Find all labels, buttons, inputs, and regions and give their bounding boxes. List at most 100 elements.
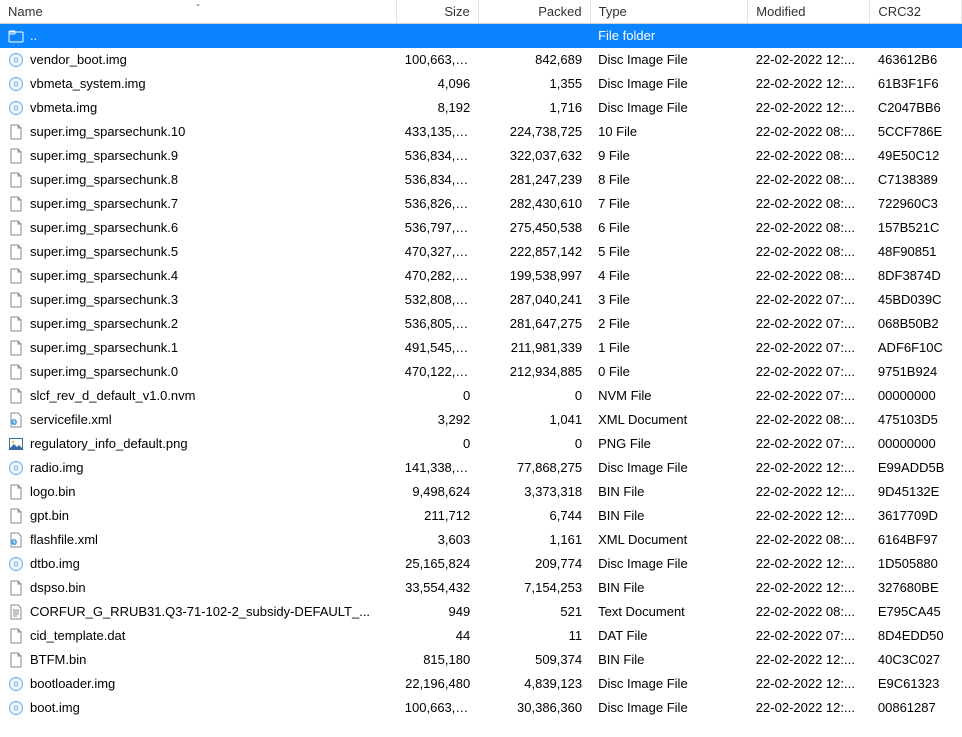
table-row[interactable]: super.img_sparsechunk.0470,122,892212,93…: [0, 360, 962, 384]
file-size: 100,663,296: [397, 696, 478, 720]
file-type: 5 File: [590, 240, 748, 264]
file-packed: 275,450,538: [478, 216, 590, 240]
table-row[interactable]: super.img_sparsechunk.5470,327,688222,85…: [0, 240, 962, 264]
table-row[interactable]: super.img_sparsechunk.7536,826,140282,43…: [0, 192, 962, 216]
table-row[interactable]: radio.img141,338,36877,868,275Disc Image…: [0, 456, 962, 480]
file-icon: [8, 652, 24, 668]
file-crc32: 5CCF786E: [870, 120, 962, 144]
table-row[interactable]: super.img_sparsechunk.4470,282,580199,53…: [0, 264, 962, 288]
file-size: 25,165,824: [397, 552, 478, 576]
file-packed: 1,355: [478, 72, 590, 96]
table-row[interactable]: super.img_sparsechunk.8536,834,288281,24…: [0, 168, 962, 192]
table-row[interactable]: dtbo.img25,165,824209,774Disc Image File…: [0, 552, 962, 576]
column-header-packed[interactable]: Packed: [478, 0, 590, 24]
column-header-size[interactable]: Size: [397, 0, 478, 24]
table-row[interactable]: super.img_sparsechunk.6536,797,676275,45…: [0, 216, 962, 240]
table-row[interactable]: vendor_boot.img100,663,296842,689Disc Im…: [0, 48, 962, 72]
file-crc32: C2047BB6: [870, 96, 962, 120]
file-modified: 22-02-2022 12:...: [748, 456, 870, 480]
file-icon: [8, 220, 24, 236]
table-row[interactable]: super.img_sparsechunk.1491,545,188211,98…: [0, 336, 962, 360]
file-size: 536,834,288: [397, 144, 478, 168]
file-name: super.img_sparsechunk.8: [30, 172, 389, 187]
file-icon: [8, 388, 24, 404]
file-packed: 211,981,339: [478, 336, 590, 360]
file-packed: 11: [478, 624, 590, 648]
table-row[interactable]: super.img_sparsechunk.3532,808,312287,04…: [0, 288, 962, 312]
file-crc32: E9C61323: [870, 672, 962, 696]
file-icon: [8, 628, 24, 644]
file-packed: 281,647,275: [478, 312, 590, 336]
file-name: regulatory_info_default.png: [30, 436, 389, 451]
image-icon: [8, 436, 24, 452]
disc-icon: [8, 52, 24, 68]
file-crc32: 9751B924: [870, 360, 962, 384]
table-row[interactable]: vbmeta.img8,1921,716Disc Image File22-02…: [0, 96, 962, 120]
table-row[interactable]: regulatory_info_default.png00PNG File22-…: [0, 432, 962, 456]
file-type: Disc Image File: [590, 96, 748, 120]
file-name: BTFM.bin: [30, 652, 389, 667]
table-row[interactable]: super.img_sparsechunk.10433,135,984224,7…: [0, 120, 962, 144]
file-crc32: 00000000: [870, 432, 962, 456]
text-icon: [8, 604, 24, 620]
file-name: super.img_sparsechunk.3: [30, 292, 389, 307]
file-name: slcf_rev_d_default_v1.0.nvm: [30, 388, 389, 403]
table-row[interactable]: vbmeta_system.img4,0961,355Disc Image Fi…: [0, 72, 962, 96]
file-packed: 509,374: [478, 648, 590, 672]
table-row[interactable]: slcf_rev_d_default_v1.0.nvm00NVM File22-…: [0, 384, 962, 408]
file-name: dtbo.img: [30, 556, 389, 571]
file-packed: 209,774: [478, 552, 590, 576]
file-type: 9 File: [590, 144, 748, 168]
table-row[interactable]: cid_template.dat4411DAT File22-02-2022 0…: [0, 624, 962, 648]
file-modified: 22-02-2022 12:...: [748, 48, 870, 72]
column-header-modified[interactable]: Modified: [748, 0, 870, 24]
table-row[interactable]: flashfile.xml3,6031,161XML Document22-02…: [0, 528, 962, 552]
table-row[interactable]: bootloader.img22,196,4804,839,123Disc Im…: [0, 672, 962, 696]
file-name: flashfile.xml: [30, 532, 389, 547]
table-row[interactable]: super.img_sparsechunk.2536,805,756281,64…: [0, 312, 962, 336]
column-header-crc32[interactable]: CRC32: [870, 0, 962, 24]
file-name: CORFUR_G_RRUB31.Q3-71-102-2_subsidy-DEFA…: [30, 604, 389, 619]
column-header-name[interactable]: Name ⌄: [0, 0, 397, 24]
file-modified: 22-02-2022 07:...: [748, 384, 870, 408]
table-row[interactable]: boot.img100,663,29630,386,360Disc Image …: [0, 696, 962, 720]
file-name: servicefile.xml: [30, 412, 389, 427]
parent-folder-row[interactable]: ..File folder: [0, 24, 962, 48]
file-crc32: 8D4EDD50: [870, 624, 962, 648]
file-packed: 1,041: [478, 408, 590, 432]
table-row[interactable]: BTFM.bin815,180509,374BIN File22-02-2022…: [0, 648, 962, 672]
table-row[interactable]: logo.bin9,498,6243,373,318BIN File22-02-…: [0, 480, 962, 504]
file-crc32: 463612B6: [870, 48, 962, 72]
file-modified: 22-02-2022 07:...: [748, 624, 870, 648]
file-size: 9,498,624: [397, 480, 478, 504]
file-crc32: C7138389: [870, 168, 962, 192]
file-size: 815,180: [397, 648, 478, 672]
file-crc32: 00000000: [870, 384, 962, 408]
file-type: XML Document: [590, 408, 748, 432]
table-row[interactable]: gpt.bin211,7126,744BIN File22-02-2022 12…: [0, 504, 962, 528]
file-crc32: E99ADD5B: [870, 456, 962, 480]
file-icon: [8, 364, 24, 380]
file-modified: 22-02-2022 08:...: [748, 240, 870, 264]
file-packed: 212,934,885: [478, 360, 590, 384]
file-icon: [8, 580, 24, 596]
file-icon: [8, 268, 24, 284]
file-type: NVM File: [590, 384, 748, 408]
file-crc32: 61B3F1F6: [870, 72, 962, 96]
file-modified: 22-02-2022 07:...: [748, 360, 870, 384]
file-crc32: 157B521C: [870, 216, 962, 240]
file-packed: 77,868,275: [478, 456, 590, 480]
table-row[interactable]: servicefile.xml3,2921,041XML Document22-…: [0, 408, 962, 432]
table-row[interactable]: dspso.bin33,554,4327,154,253BIN File22-0…: [0, 576, 962, 600]
file-packed: 222,857,142: [478, 240, 590, 264]
file-name: boot.img: [30, 700, 389, 715]
column-header-type[interactable]: Type: [590, 0, 748, 24]
table-row[interactable]: super.img_sparsechunk.9536,834,288322,03…: [0, 144, 962, 168]
file-type: 2 File: [590, 312, 748, 336]
file-size: 211,712: [397, 504, 478, 528]
file-crc32: 722960C3: [870, 192, 962, 216]
sort-indicator-icon: ⌄: [195, 0, 202, 8]
table-row[interactable]: CORFUR_G_RRUB31.Q3-71-102-2_subsidy-DEFA…: [0, 600, 962, 624]
file-packed: 521: [478, 600, 590, 624]
file-name: super.img_sparsechunk.2: [30, 316, 389, 331]
